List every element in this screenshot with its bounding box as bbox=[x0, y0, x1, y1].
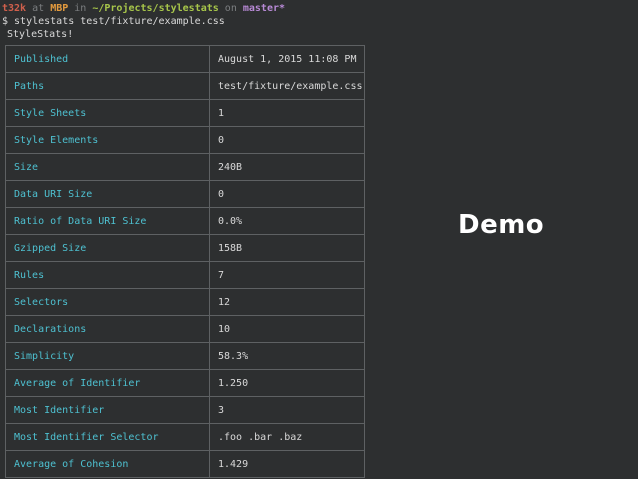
table-row: Style Elements 0 bbox=[5, 126, 365, 154]
table-row: Declarations 10 bbox=[5, 315, 365, 343]
stat-value: 1.250 bbox=[209, 369, 365, 397]
stat-value: 1.429 bbox=[209, 450, 365, 478]
stat-value: 0 bbox=[209, 180, 365, 208]
table-row: Data URI Size 0 bbox=[5, 180, 365, 208]
stat-key: Average of Identifier bbox=[5, 369, 210, 397]
stat-key: Data URI Size bbox=[5, 180, 210, 208]
shell-prompt: t32k at MBP in ~/Projects/stylestats on … bbox=[2, 2, 285, 15]
stat-key: Style Sheets bbox=[5, 99, 210, 127]
stat-key: Most Identifier bbox=[5, 396, 210, 424]
prompt-at: at bbox=[26, 3, 51, 14]
table-row: Style Sheets 1 bbox=[5, 99, 365, 127]
stat-value: 158B bbox=[209, 234, 365, 262]
stat-value: 3 bbox=[209, 396, 365, 424]
terminal-window: t32k at MBP in ~/Projects/stylestats on … bbox=[0, 0, 430, 479]
table-row: Average of Cohesion 1.429 bbox=[5, 450, 365, 478]
stat-value: August 1, 2015 11:08 PM bbox=[209, 45, 365, 73]
stat-key: Selectors bbox=[5, 288, 210, 316]
stat-value: 10 bbox=[209, 315, 365, 343]
stats-table: Published August 1, 2015 11:08 PM Paths tes… bbox=[5, 45, 365, 478]
table-row: Rules 7 bbox=[5, 261, 365, 289]
table-row: Paths test/fixture/example.css bbox=[5, 72, 365, 100]
output-banner: StyleStats! bbox=[7, 29, 74, 40]
stat-key: Published bbox=[5, 45, 210, 73]
prompt-on: on bbox=[218, 3, 243, 14]
stat-key: Simplicity bbox=[5, 342, 210, 370]
stat-key: Rules bbox=[5, 261, 210, 289]
command-line[interactable]: $ stylestats test/fixture/example.css bbox=[2, 15, 225, 28]
table-row: Most Identifier Selector .foo .bar .baz bbox=[5, 423, 365, 451]
stat-value: 58.3% bbox=[209, 342, 365, 370]
prompt-in: in bbox=[68, 3, 93, 14]
stat-value: 7 bbox=[209, 261, 365, 289]
table-row: Ratio of Data URI Size 0.0% bbox=[5, 207, 365, 235]
stat-value: 1 bbox=[209, 99, 365, 127]
table-row: Average of Identifier 1.250 bbox=[5, 369, 365, 397]
table-row: Published August 1, 2015 11:08 PM bbox=[5, 45, 365, 73]
stat-value: 0 bbox=[209, 126, 365, 154]
slide-label: Demo bbox=[458, 210, 545, 240]
table-row: Selectors 12 bbox=[5, 288, 365, 316]
prompt-user: t32k bbox=[2, 3, 27, 14]
stat-key: Style Elements bbox=[5, 126, 210, 154]
table-row: Size 240B bbox=[5, 153, 365, 181]
stat-key: Most Identifier Selector bbox=[5, 423, 210, 451]
stats-table-body: Published August 1, 2015 11:08 PM Paths tes… bbox=[5, 45, 365, 478]
stat-key: Size bbox=[5, 153, 210, 181]
stat-key: Paths bbox=[5, 72, 210, 100]
table-row: Gzipped Size 158B bbox=[5, 234, 365, 262]
stat-key: Ratio of Data URI Size bbox=[5, 207, 210, 235]
stat-key: Declarations bbox=[5, 315, 210, 343]
stat-value: 0.0% bbox=[209, 207, 365, 235]
stat-value: 240B bbox=[209, 153, 365, 181]
stat-value: .foo .bar .baz bbox=[209, 423, 365, 451]
stat-key: Average of Cohesion bbox=[5, 450, 210, 478]
prompt-path: ~/Projects/stylestats bbox=[92, 3, 219, 14]
table-row: Simplicity 58.3% bbox=[5, 342, 365, 370]
stat-key: Gzipped Size bbox=[5, 234, 210, 262]
prompt-branch: master* bbox=[242, 3, 286, 14]
stat-value: 12 bbox=[209, 288, 365, 316]
stat-value: test/fixture/example.css bbox=[209, 72, 365, 100]
table-row: Most Identifier 3 bbox=[5, 396, 365, 424]
prompt-host: MBP bbox=[50, 3, 69, 14]
